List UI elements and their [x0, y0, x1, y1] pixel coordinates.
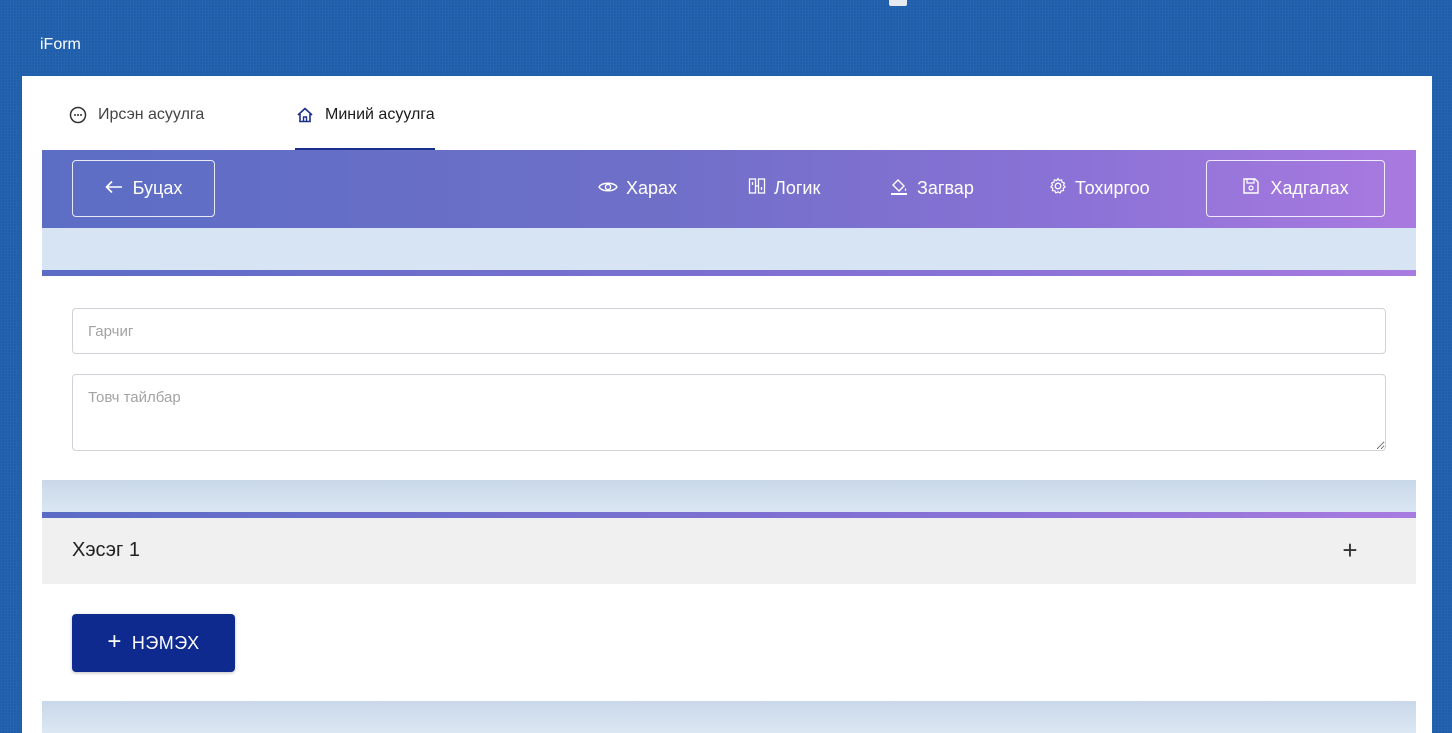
form-title-input[interactable]	[72, 308, 1386, 354]
header-divider	[42, 270, 1416, 276]
tab-label: Ирсэн асуулга	[98, 106, 205, 123]
back-button-label: Буцах	[132, 178, 183, 198]
form-toolbar: Буцах Харах Логик Загвар Тохиргоо Хадгал…	[42, 150, 1416, 228]
eye-icon	[598, 178, 618, 199]
form-description-input[interactable]	[72, 374, 1386, 451]
section-title: Хэсэг 1	[72, 539, 140, 561]
window-resize-handle[interactable]	[889, 0, 907, 6]
section-strip	[42, 480, 1416, 514]
save-icon	[1242, 177, 1260, 200]
gear-icon	[1049, 177, 1067, 200]
app-window: iForm Ирсэн асуулга Миний асуулга Буцах …	[0, 0, 1452, 733]
add-button[interactable]: + НЭМЭХ	[72, 614, 235, 672]
home-icon	[295, 105, 315, 125]
design-button-label: Загвар	[917, 178, 974, 198]
tab-incoming-queries[interactable]: Ирсэн асуулга	[68, 106, 204, 150]
view-button[interactable]: Харах	[598, 160, 677, 217]
footer-strip	[42, 701, 1416, 733]
settings-button-label: Тохиргоо	[1075, 178, 1150, 198]
main-panel: Ирсэн асуулга Миний асуулга Буцах Харах …	[22, 76, 1432, 733]
view-button-label: Харах	[626, 178, 678, 198]
back-button[interactable]: Буцах	[72, 160, 215, 217]
tab-label: Миний асуулга	[325, 106, 435, 123]
add-button-label: НЭМЭХ	[131, 632, 200, 653]
header-strip	[42, 228, 1416, 272]
save-button-label: Хадгалах	[1270, 178, 1349, 198]
section-header[interactable]: Хэсэг 1 +	[42, 518, 1416, 584]
app-title: iForm	[40, 36, 81, 53]
design-button[interactable]: Загвар	[889, 160, 974, 217]
logic-button[interactable]: Логик	[748, 160, 820, 217]
chat-bubble-icon	[68, 105, 88, 125]
plus-icon: +	[107, 628, 122, 655]
logic-button-label: Логик	[774, 178, 821, 198]
save-button[interactable]: Хадгалах	[1206, 160, 1385, 217]
arrow-left-icon	[104, 178, 123, 199]
paint-bucket-icon	[889, 176, 909, 201]
tab-bar: Ирсэн асуулга Миний асуулга	[22, 76, 1432, 150]
expand-plus-icon[interactable]: +	[1334, 534, 1366, 566]
logic-icon	[748, 177, 766, 200]
settings-button[interactable]: Тохиргоо	[1049, 160, 1150, 217]
tab-my-queries[interactable]: Миний асуулга	[295, 106, 435, 150]
